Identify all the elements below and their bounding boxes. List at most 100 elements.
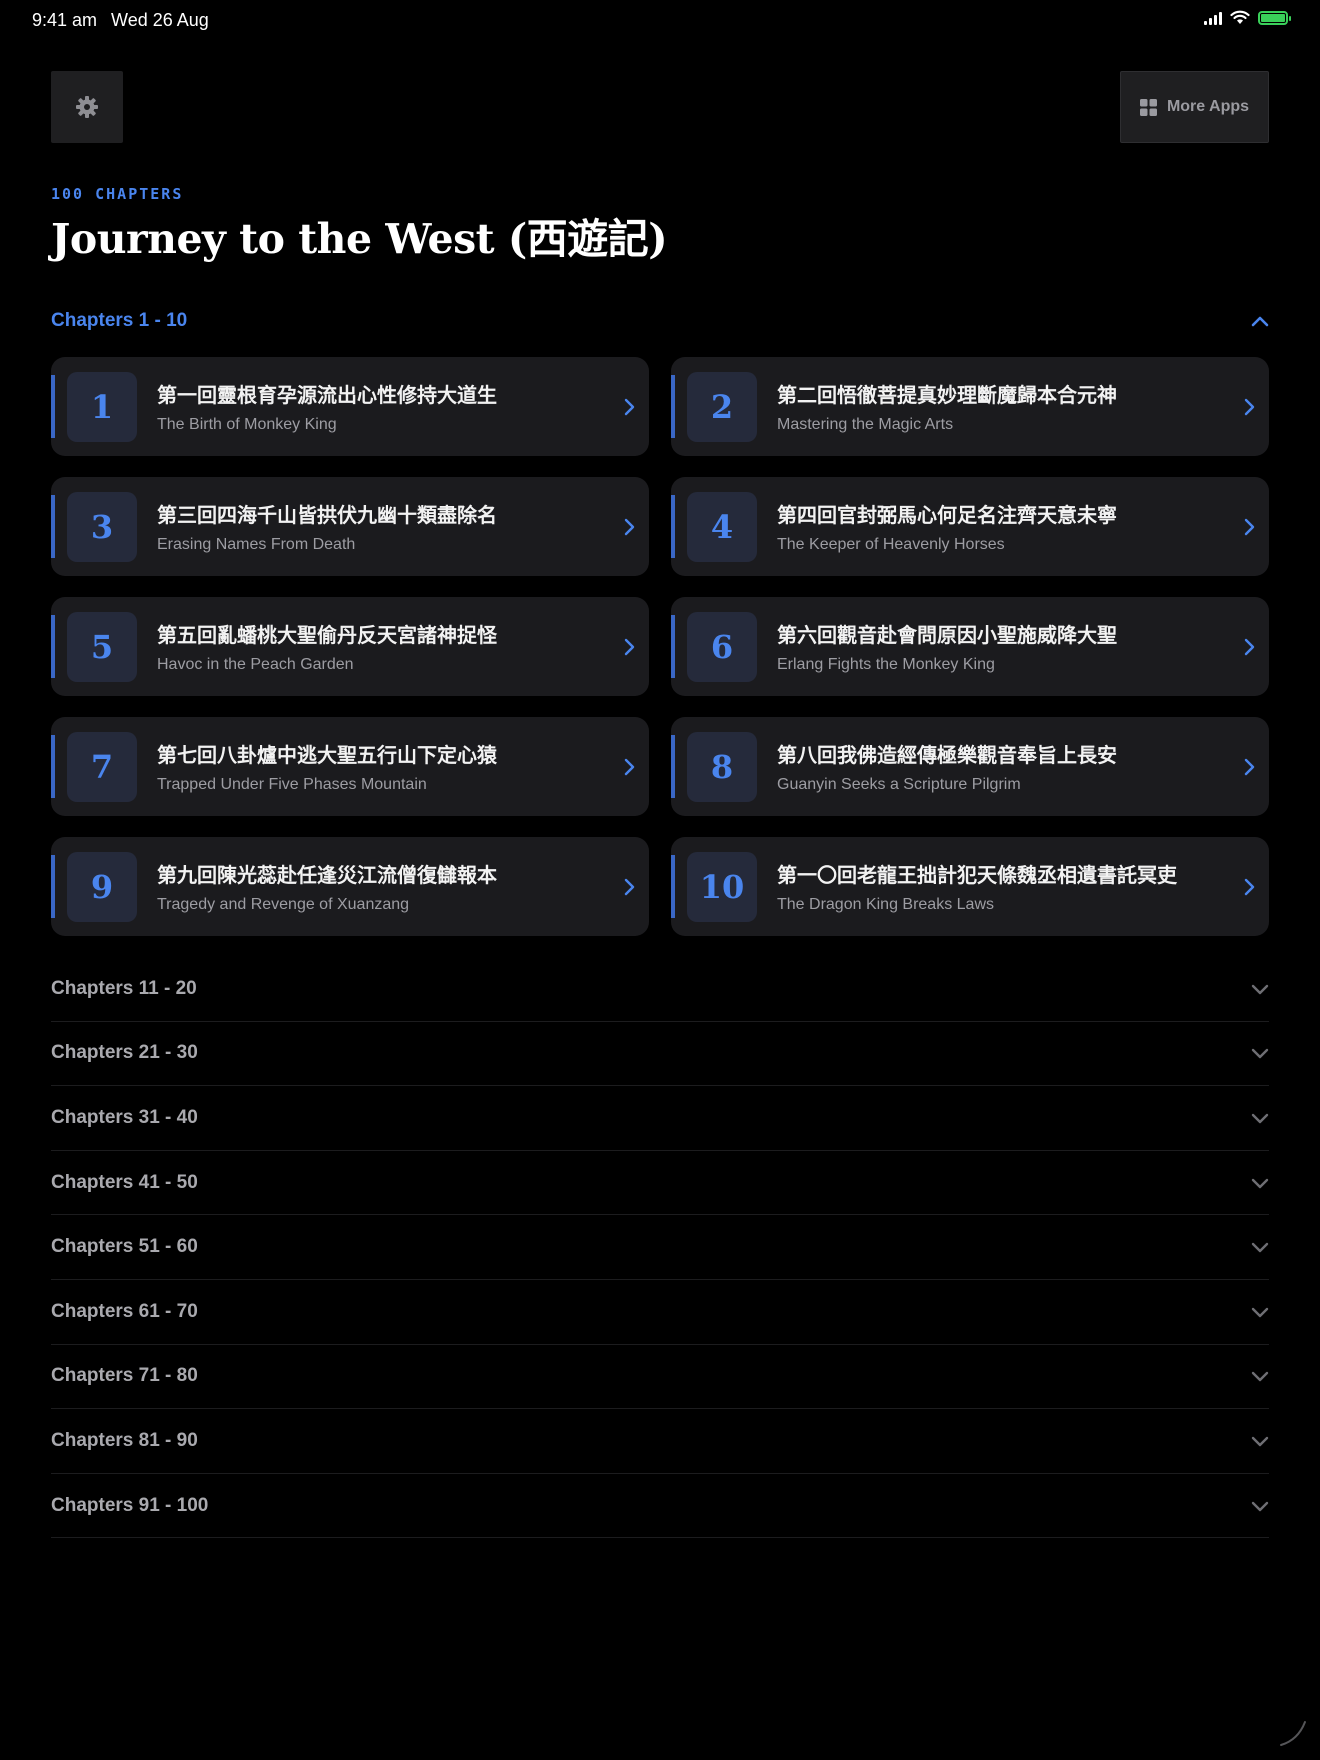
chapter-title-english: Havoc in the Peach Garden	[157, 656, 354, 673]
chapter-grid: 1 第一回靈根育孕源流出心性修持大道生 The Birth of Monkey …	[51, 357, 1269, 936]
group-title: Chapters 11 - 20	[51, 977, 197, 999]
chapter-title-chinese: 第六回觀音赴會問原因小聖施威降大聖	[777, 623, 1117, 647]
chevron-down-icon	[1251, 1242, 1269, 1253]
chapter-title-chinese: 第五回亂蟠桃大聖偷丹反天宮諸神捉怪	[157, 623, 497, 647]
chevron-right-icon	[1244, 878, 1255, 895]
chapter-text: 第一〇回老龍王拙計犯天條魏丞相遺書託冥吏 The Dragon King Bre…	[777, 859, 1243, 914]
group-header-21-30[interactable]: Chapters 21 - 30	[51, 1022, 1269, 1087]
status-time: 9:41 am	[32, 10, 98, 30]
group-header-1-10[interactable]: Chapters 1 - 10	[51, 306, 1269, 336]
chevron-right-icon	[624, 638, 635, 655]
group-header-51-60[interactable]: Chapters 51 - 60	[51, 1215, 1269, 1280]
resize-handle-icon	[1280, 1721, 1306, 1746]
more-apps-label: More Apps	[1166, 98, 1250, 115]
group-header-91-100[interactable]: Chapters 91 - 100	[51, 1474, 1269, 1539]
status-time-date: 9:41 am Wed 26 Aug	[32, 10, 209, 31]
chevron-down-icon	[1251, 1307, 1269, 1317]
chevron-right-icon	[624, 758, 635, 775]
chapter-card-8[interactable]: 8 第八回我佛造經傳極樂觀音奉旨上長安 Guanyin Seeks a Scri…	[671, 717, 1269, 816]
chapter-title-english: The Birth of Monkey King	[157, 416, 337, 433]
chapter-card-7[interactable]: 7 第七回八卦爐中逃大聖五行山下定心猿 Trapped Under Five P…	[51, 717, 649, 816]
chevron-down-icon	[1251, 1113, 1269, 1124]
chapter-title-english: Tragedy and Revenge of Xuanzang	[157, 896, 410, 913]
chapter-number: 5	[67, 611, 137, 682]
chapter-title-english: Trapped Under Five Phases Mountain	[157, 776, 427, 793]
chapter-title-chinese: 第九回陳光蕊赴任逢災江流僧復讎報本	[157, 863, 497, 887]
chapter-title-chinese: 第二回悟徹菩提真妙理斷魔歸本合元神	[777, 383, 1117, 407]
chapter-title-english: Erasing Names From Death	[157, 536, 356, 553]
chapter-card-9[interactable]: 9 第九回陳光蕊赴任逢災江流僧復讎報本 Tragedy and Revenge …	[51, 837, 649, 936]
chapter-title-chinese: 第四回官封弼馬心何足名注齊天意未寧	[777, 503, 1117, 527]
chevron-right-icon	[1244, 638, 1255, 655]
cellular-signal-icon	[1204, 11, 1222, 25]
group-header-61-70[interactable]: Chapters 61 - 70	[51, 1280, 1269, 1345]
chapter-card-3[interactable]: 3 第三回四海千山皆拱伏九幽十類盡除名 Erasing Names From D…	[51, 477, 649, 576]
settings-button[interactable]	[51, 71, 123, 143]
chapter-card-5[interactable]: 5 第五回亂蟠桃大聖偷丹反天宮諸神捉怪 Havoc in the Peach G…	[51, 597, 649, 696]
gear-icon	[76, 96, 98, 118]
chapter-text: 第二回悟徹菩提真妙理斷魔歸本合元神 Mastering the Magic Ar…	[777, 379, 1243, 434]
book-title: Journey to the West (西遊記)	[51, 215, 668, 263]
chevron-down-icon	[1251, 984, 1269, 994]
more-apps-button[interactable]: More Apps	[1120, 71, 1269, 143]
group-title: Chapters 61 - 70	[51, 1300, 198, 1322]
chapter-card-6[interactable]: 6 第六回觀音赴會問原因小聖施威降大聖 Erlang Fights the Mo…	[671, 597, 1269, 696]
chevron-right-icon	[1244, 758, 1255, 775]
chapter-text: 第九回陳光蕊赴任逢災江流僧復讎報本 Tragedy and Revenge of…	[157, 859, 623, 914]
group-title: Chapters 51 - 60	[51, 1236, 198, 1258]
group-title: Chapters 71 - 80	[51, 1365, 198, 1387]
collapsed-group-list: Chapters 11 - 20 Chapters 21 - 30 Chapte…	[51, 957, 1269, 1539]
battery-charging-icon	[1258, 10, 1291, 25]
chevron-right-icon	[624, 878, 635, 895]
chapter-number: 10	[687, 851, 757, 922]
chapter-text: 第三回四海千山皆拱伏九幽十類盡除名 Erasing Names From Dea…	[157, 499, 623, 554]
chapter-text: 第六回觀音赴會問原因小聖施威降大聖 Erlang Fights the Monk…	[777, 619, 1243, 674]
chevron-right-icon	[624, 518, 635, 535]
chapter-title-chinese: 第三回四海千山皆拱伏九幽十類盡除名	[157, 503, 497, 527]
chapter-number: 4	[687, 491, 757, 562]
chapter-title-chinese: 第一回靈根育孕源流出心性修持大道生	[157, 383, 497, 407]
group-title: Chapters 91 - 100	[51, 1494, 209, 1516]
group-title: Chapters 1 - 10	[51, 310, 188, 331]
chapter-number: 3	[67, 491, 137, 562]
group-title: Chapters 81 - 90	[51, 1429, 198, 1451]
chevron-down-icon	[1251, 1501, 1269, 1511]
chevron-down-icon	[1251, 1178, 1269, 1188]
chapter-number: 1	[67, 371, 137, 442]
chapter-title-english: Erlang Fights the Monkey King	[777, 656, 995, 673]
group-title: Chapters 41 - 50	[51, 1171, 198, 1193]
chapter-title-chinese: 第一〇回老龍王拙計犯天條魏丞相遺書託冥吏	[777, 863, 1177, 887]
wifi-icon	[1230, 10, 1250, 24]
chapter-card-4[interactable]: 4 第四回官封弼馬心何足名注齊天意未寧 The Keeper of Heaven…	[671, 477, 1269, 576]
chevron-right-icon	[1244, 518, 1255, 535]
chapter-title-chinese: 第八回我佛造經傳極樂觀音奉旨上長安	[777, 743, 1117, 767]
chapter-text: 第四回官封弼馬心何足名注齊天意未寧 The Keeper of Heavenly…	[777, 499, 1243, 554]
chevron-down-icon	[1251, 1436, 1269, 1447]
chapter-number: 2	[687, 371, 757, 442]
chevron-up-icon	[1251, 316, 1269, 327]
group-header-71-80[interactable]: Chapters 71 - 80	[51, 1345, 1269, 1410]
chevron-right-icon	[1244, 398, 1255, 415]
chevron-down-icon	[1251, 1372, 1269, 1382]
grid-icon	[1139, 98, 1157, 116]
chapter-count-label: 100 CHAPTERS	[51, 185, 184, 203]
status-date: Wed 26 Aug	[111, 10, 209, 30]
chapter-card-2[interactable]: 2 第二回悟徹菩提真妙理斷魔歸本合元神 Mastering the Magic …	[671, 357, 1269, 456]
chapter-text: 第八回我佛造經傳極樂觀音奉旨上長安 Guanyin Seeks a Script…	[777, 739, 1243, 794]
group-header-41-50[interactable]: Chapters 41 - 50	[51, 1151, 1269, 1216]
chapter-number: 7	[67, 731, 137, 802]
chapter-text: 第五回亂蟠桃大聖偷丹反天宮諸神捉怪 Havoc in the Peach Gar…	[157, 619, 623, 674]
group-header-31-40[interactable]: Chapters 31 - 40	[51, 1086, 1269, 1151]
chevron-right-icon	[624, 398, 635, 415]
chapter-title-english: The Dragon King Breaks Laws	[777, 896, 994, 913]
group-header-81-90[interactable]: Chapters 81 - 90	[51, 1409, 1269, 1474]
group-title: Chapters 21 - 30	[51, 1042, 198, 1064]
group-title: Chapters 31 - 40	[51, 1106, 198, 1128]
chapter-card-10[interactable]: 10 第一〇回老龍王拙計犯天條魏丞相遺書託冥吏 The Dragon King …	[671, 837, 1269, 936]
chapter-number: 6	[687, 611, 757, 682]
chapter-text: 第七回八卦爐中逃大聖五行山下定心猿 Trapped Under Five Pha…	[157, 739, 623, 794]
chapter-title-chinese: 第七回八卦爐中逃大聖五行山下定心猿	[157, 743, 497, 767]
status-bar: 9:41 am Wed 26 Aug	[0, 0, 1320, 40]
chapter-card-1[interactable]: 1 第一回靈根育孕源流出心性修持大道生 The Birth of Monkey …	[51, 357, 649, 456]
group-header-11-20[interactable]: Chapters 11 - 20	[51, 957, 1269, 1022]
